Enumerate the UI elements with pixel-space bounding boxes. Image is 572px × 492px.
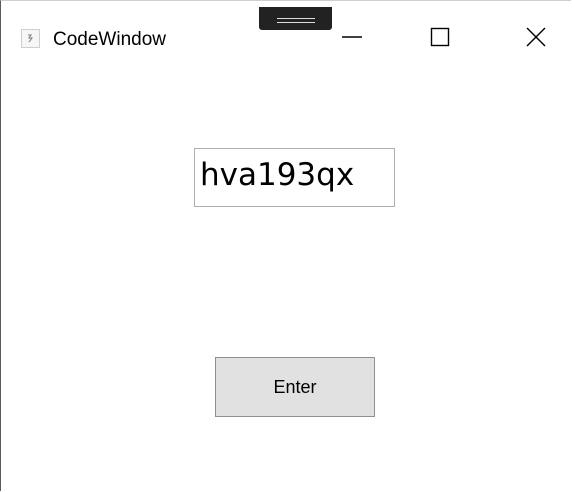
window-title: CodeWindow	[53, 29, 166, 50]
enter-button[interactable]: Enter	[215, 357, 375, 417]
code-window: CodeWindow hva193qx Enter	[0, 0, 571, 491]
close-button[interactable]	[506, 15, 566, 59]
grip-lines	[276, 18, 315, 23]
maximize-button[interactable]	[410, 15, 470, 59]
title-bar[interactable]: CodeWindow	[1, 1, 571, 50]
minimize-icon	[342, 36, 362, 38]
close-icon	[526, 27, 546, 47]
code-input[interactable]: hva193qx	[194, 148, 395, 207]
minimize-button[interactable]	[322, 15, 382, 59]
app-glyph-icon	[28, 34, 33, 43]
maximize-icon	[430, 27, 450, 47]
app-icon[interactable]	[21, 29, 40, 48]
